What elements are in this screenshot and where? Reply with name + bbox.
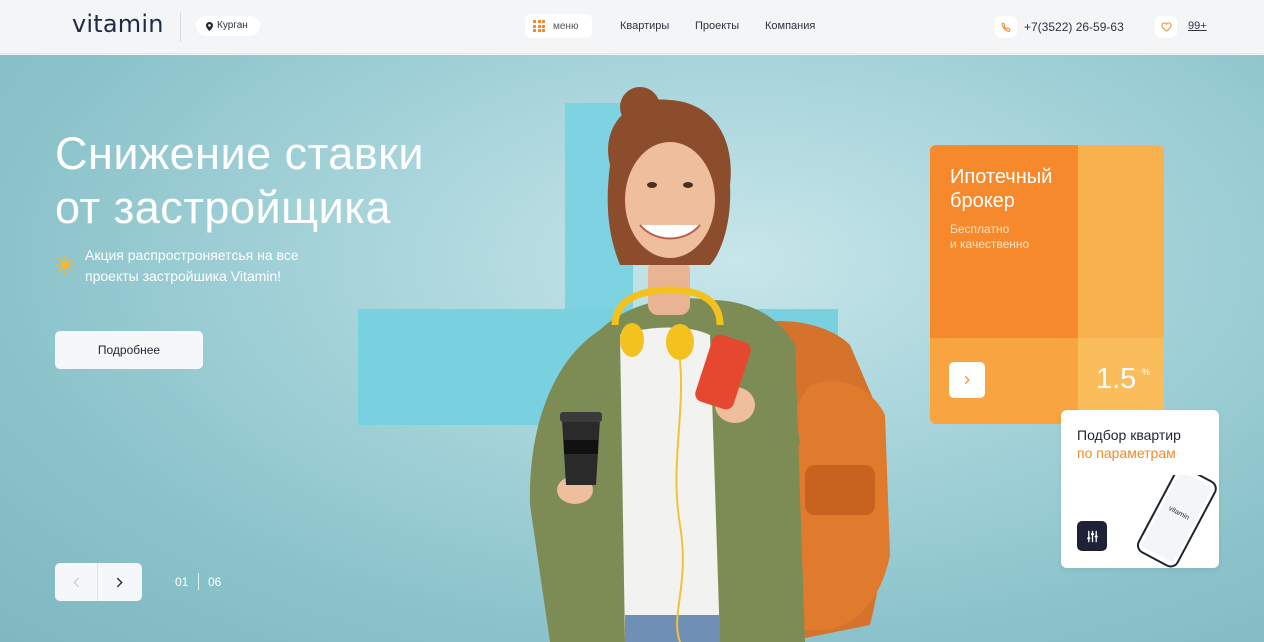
sun-icon — [55, 255, 75, 275]
broker-title: Ипотечный брокер — [950, 166, 1053, 212]
nav-apartments[interactable]: Квартиры — [620, 20, 669, 32]
rate-unit: % — [1142, 367, 1151, 377]
header-divider — [180, 12, 181, 42]
slider-arrows — [55, 563, 142, 601]
filter-sliders-icon[interactable] — [1077, 521, 1107, 551]
city-selector[interactable]: Курган — [196, 16, 260, 36]
menu-label: меню — [553, 20, 579, 32]
slide-current: 01 — [175, 575, 189, 589]
hero-title-line1: Снижение ставки — [55, 128, 424, 179]
heart-icon[interactable] — [1155, 16, 1177, 38]
slide-separator — [198, 573, 199, 590]
next-slide-button[interactable] — [98, 563, 141, 601]
apartment-filter-card[interactable]: Подбор квартир по параметрам vitamin — [1061, 410, 1219, 568]
smartphone-illustration: vitamin — [1136, 475, 1217, 568]
hero-title: Снижение ставки от застройщика — [55, 127, 424, 235]
more-button[interactable]: Подробнее — [55, 331, 203, 369]
prev-slide-button[interactable] — [55, 563, 98, 601]
chevron-right-icon — [964, 375, 970, 385]
rate-value: 1.5 — [1096, 363, 1137, 395]
nav-projects[interactable]: Проекты — [695, 20, 739, 32]
location-pin-icon — [206, 21, 213, 31]
broker-subtitle: Бесплатно и качественно — [950, 222, 1070, 252]
broker-subtitle-line1: Бесплатно — [950, 222, 1010, 236]
broker-subtitle-line2: и качественно — [950, 237, 1030, 251]
site-header: vitamin Курган меню Квартиры Проекты Ком… — [0, 0, 1264, 54]
chevron-left-icon — [72, 577, 79, 587]
hero-person-image — [529, 87, 890, 642]
hero-banner: Снижение ставки от застройщика Акция рас… — [0, 55, 1264, 642]
logo[interactable]: vitamin — [72, 10, 164, 38]
slide-total: 06 — [208, 575, 222, 589]
broker-arrow-button[interactable] — [949, 362, 985, 398]
grid-menu-icon — [533, 20, 545, 32]
params-title-line1: Подбор квартир — [1077, 427, 1181, 443]
phone-icon[interactable] — [995, 16, 1017, 38]
params-title-line2: по параметрам — [1077, 445, 1176, 461]
favorites-count[interactable]: 99+ — [1188, 20, 1207, 32]
phone-number[interactable]: +7(3522) 26-59-63 — [1024, 20, 1124, 34]
nav-company[interactable]: Компания — [765, 20, 815, 32]
chevron-right-icon — [116, 577, 123, 587]
broker-side-block — [1078, 145, 1164, 338]
city-name: Курган — [217, 20, 248, 31]
hero-title-line2: от застройщика — [55, 182, 391, 233]
promo-text: Акция распростроняетсья на все проекты з… — [85, 247, 299, 284]
menu-button[interactable]: меню — [525, 14, 592, 38]
mortgage-broker-card[interactable]: Ипотечный брокер Бесплатно и качественно… — [930, 145, 1164, 424]
